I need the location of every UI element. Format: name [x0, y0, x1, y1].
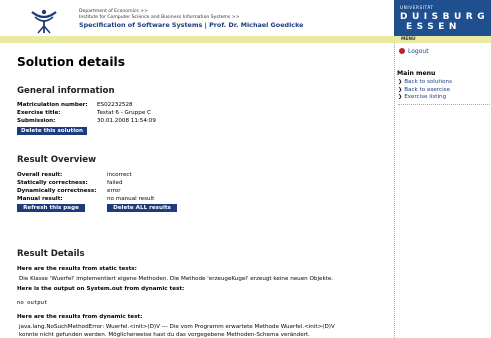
static-correctness-value: failed: [107, 180, 123, 186]
university-logo: UNIVERSITÄT DUISBURG ESSEN: [394, 0, 491, 36]
manual-result-value: no manual result: [107, 196, 155, 202]
logout-icon: [399, 48, 405, 54]
university-label: UNIVERSITÄT: [400, 5, 434, 10]
result-details-heading: Result Details: [17, 249, 85, 259]
dynamic-tests-result-line1: java.lang.NoSuchMethodError: Wuerfel.<in…: [19, 324, 335, 330]
submission-value: 30.01.2008 11:54:09: [97, 118, 156, 124]
sidebar-item-back-to-exercise[interactable]: ❯ Back to exercise: [398, 87, 490, 95]
page-title: Solution details: [17, 55, 125, 69]
manual-result-label: Manual result:: [17, 196, 63, 202]
main-menu-heading: Main menu: [397, 70, 436, 77]
sidebar-item-exercise-listing[interactable]: ❯ Exercise listing: [398, 94, 490, 102]
static-correctness-label: Statically correctness:: [17, 180, 88, 186]
sidebar-item-back-to-solutions[interactable]: ❯ Back to solutions: [398, 79, 490, 87]
matriculation-value: ES02232528: [97, 102, 133, 108]
menu-header: MENU: [394, 36, 491, 43]
dynamic-tests-label: Here are the results from dynamic test:: [17, 314, 143, 320]
matriculation-label: Matriculation number:: [17, 102, 88, 108]
main-menu-list: ❯ Back to solutions ❯ Back to exercise ❯ Ex…: [398, 79, 490, 105]
delete-solution-button[interactable]: Delete this solution: [17, 127, 87, 135]
chair-title[interactable]: Specification of Software Systems | Prof…: [79, 21, 304, 29]
chevron-right-icon: ❯: [398, 86, 403, 93]
system-out-label: Here is the output on System.out from dy…: [17, 286, 185, 292]
result-overview-heading: Result Overview: [17, 155, 97, 165]
page-header: Department of Economics >> Institute for…: [0, 0, 491, 36]
static-tests-result: Die Klasse 'Wuerfel' implementiert eigen…: [19, 276, 334, 282]
system-out-result: no output: [17, 300, 48, 306]
city-duisburg: DUISBURG: [400, 12, 490, 22]
exercise-title-label: Exercise title:: [17, 110, 61, 116]
chevron-right-icon: ❯: [398, 79, 403, 85]
dynamic-correctness-label: Dynamically correctness:: [17, 188, 97, 194]
sidebar: Logout Main menu ❯ Back to solutions ❯ Bac…: [394, 43, 491, 338]
menu-label: MENU: [401, 37, 416, 42]
overall-result-value: incorrect: [107, 172, 132, 178]
main-content: Solution details General information Mat…: [0, 43, 394, 338]
exercise-title-value: Testat 6 - Gruppe C: [97, 110, 151, 116]
refresh-page-button[interactable]: Refresh this page: [17, 204, 85, 212]
delete-all-results-button[interactable]: Delete ALL results: [107, 204, 177, 212]
city-essen: ESSEN: [406, 22, 461, 32]
dynamic-tests-result-line2: konnte nicht gefunden werden. Möglicherw…: [19, 332, 310, 338]
institute-logo-icon: [31, 9, 57, 34]
general-info-heading: General information: [17, 86, 115, 96]
logout-label[interactable]: Logout: [408, 48, 429, 55]
static-tests-label: Here are the results from static tests:: [17, 266, 137, 272]
logout-link[interactable]: Logout: [399, 48, 429, 55]
dynamic-correctness-value: error: [107, 188, 121, 194]
department-breadcrumb: Department of Economics >> Institute for…: [79, 9, 239, 21]
overall-result-label: Overall result:: [17, 172, 63, 178]
submission-label: Submission:: [17, 118, 56, 124]
chevron-right-icon: ❯: [398, 94, 403, 101]
